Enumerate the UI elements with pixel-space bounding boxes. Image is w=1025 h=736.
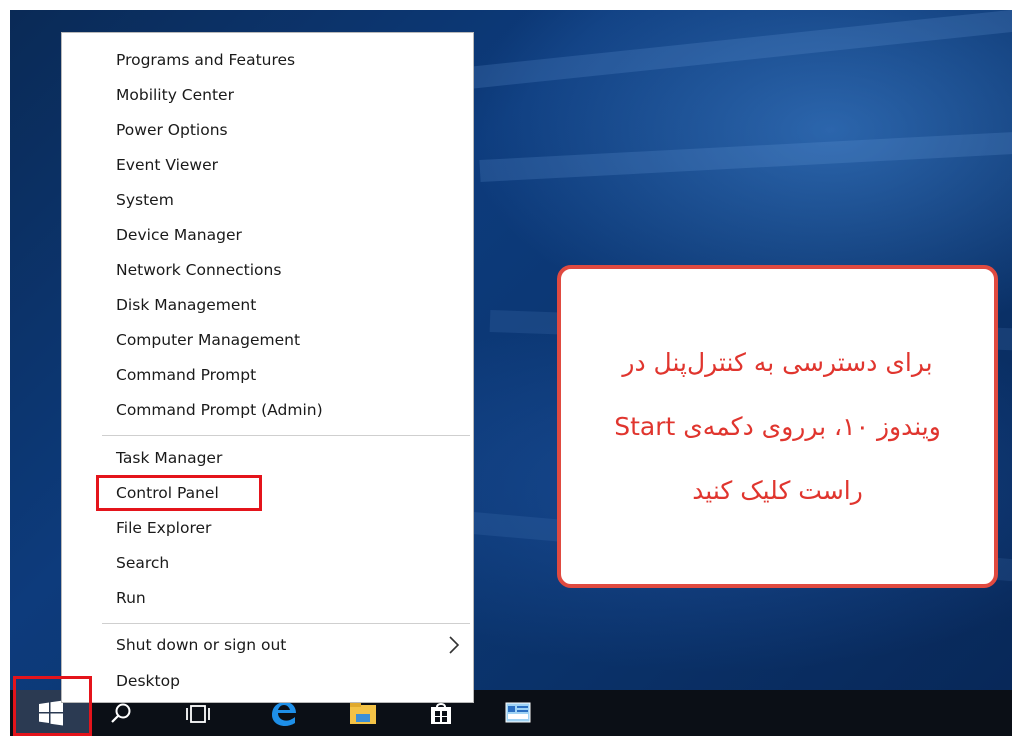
menu-item-disk-management[interactable]: Disk Management	[116, 289, 256, 321]
callout-line-2: ویندوز ۱۰، برروی دکمه‌ی Start	[614, 411, 941, 441]
menu-item-power-options[interactable]: Power Options	[116, 114, 228, 146]
task-view-icon	[186, 705, 210, 723]
winx-context-menu: Programs and Features Mobility Center Po…	[61, 32, 474, 703]
chevron-right-icon	[449, 636, 460, 654]
menu-item-desktop[interactable]: Desktop	[116, 665, 180, 697]
instruction-callout: برای دسترسی به کنترل‌پنل در ویندوز ۱۰، ب…	[557, 265, 998, 588]
wallpaper-beam	[438, 10, 1012, 92]
menu-item-run[interactable]: Run	[116, 582, 146, 614]
menu-item-computer-management[interactable]: Computer Management	[116, 324, 300, 356]
menu-separator	[102, 623, 470, 624]
control-panel-taskbar-button[interactable]	[495, 690, 541, 736]
search-icon	[111, 703, 131, 723]
menu-item-programs-and-features[interactable]: Programs and Features	[116, 44, 295, 76]
menu-item-shut-down-or-sign-out[interactable]: Shut down or sign out	[116, 629, 286, 661]
callout-line-3: راست کلیک کنید	[692, 475, 863, 505]
file-explorer-icon	[350, 703, 376, 724]
store-icon	[431, 703, 451, 724]
control-panel-icon	[505, 702, 531, 723]
menu-separator	[102, 435, 470, 436]
menu-item-task-manager[interactable]: Task Manager	[116, 442, 222, 474]
wallpaper-beam	[479, 127, 1012, 182]
menu-item-command-prompt-admin[interactable]: Command Prompt (Admin)	[116, 394, 323, 426]
menu-item-mobility-center[interactable]: Mobility Center	[116, 79, 234, 111]
menu-item-network-connections[interactable]: Network Connections	[116, 254, 281, 286]
menu-item-command-prompt[interactable]: Command Prompt	[116, 359, 256, 391]
menu-item-system[interactable]: System	[116, 184, 174, 216]
menu-item-event-viewer[interactable]: Event Viewer	[116, 149, 218, 181]
start-button-highlight-box	[13, 676, 92, 736]
menu-item-device-manager[interactable]: Device Manager	[116, 219, 242, 251]
callout-line-1: برای دسترسی به کنترل‌پنل در	[622, 347, 933, 377]
edge-icon	[272, 702, 296, 726]
menu-item-search[interactable]: Search	[116, 547, 169, 579]
menu-item-file-explorer[interactable]: File Explorer	[116, 512, 211, 544]
control-panel-highlight-box	[96, 475, 262, 511]
